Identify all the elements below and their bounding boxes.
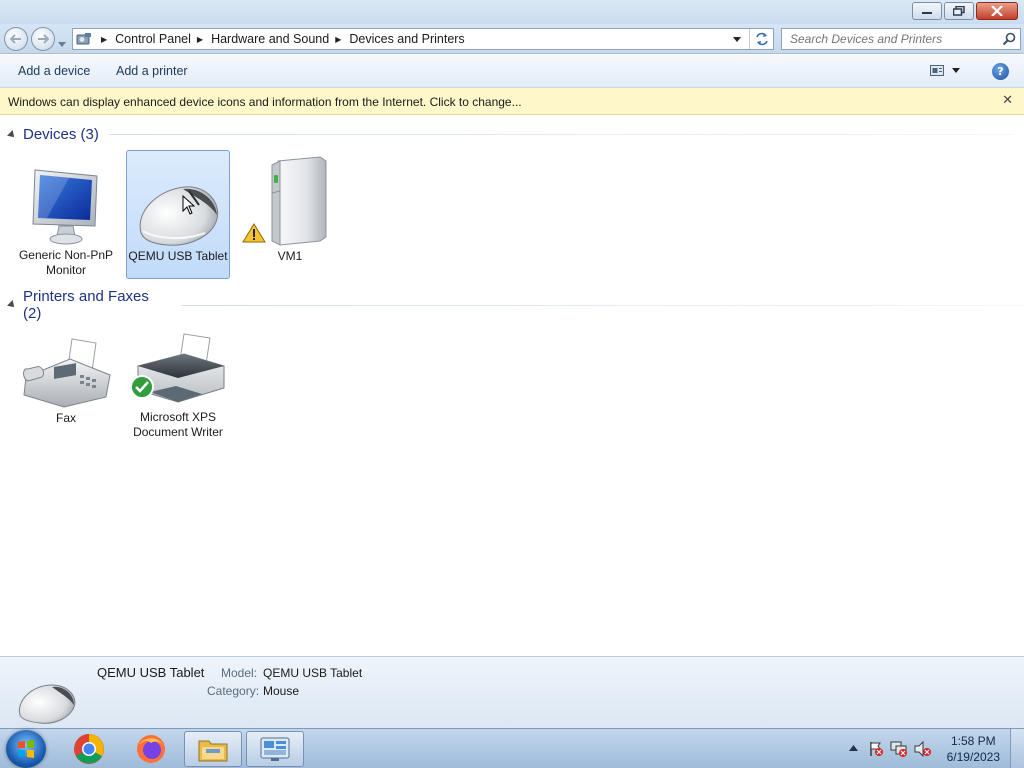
devices-group-title: Devices (3) (23, 126, 99, 143)
details-pane: QEMU USB Tablet Model: QEMU USB Tablet C… (0, 656, 1024, 728)
show-desktop-button[interactable] (1010, 729, 1024, 768)
address-history-dropdown[interactable] (729, 29, 745, 49)
window-controls (912, 2, 1018, 20)
help-icon: ? (997, 65, 1004, 78)
device-label: Fax (55, 411, 76, 425)
add-printer-button[interactable]: Add a printer (116, 64, 188, 78)
fax-icon (16, 313, 116, 409)
address-bar[interactable]: ▶ Control Panel ▶ Hardware and Sound ▶ Dev… (72, 28, 774, 50)
breadcrumb-root-separator[interactable]: ▶ (95, 35, 115, 44)
clock-time: 1:58 PM (950, 734, 996, 748)
printer-icon (128, 313, 228, 408)
taskbar-devices-and-printers[interactable] (246, 731, 304, 767)
forward-button[interactable] (31, 27, 55, 51)
collapse-triangle-icon[interactable] (7, 129, 17, 140)
action-center-flag-icon[interactable] (868, 741, 884, 757)
close-icon (991, 6, 1003, 16)
device-microsoft-xps-document-writer[interactable]: Microsoft XPS Document Writer (126, 312, 230, 441)
volume-muted-icon[interactable] (914, 741, 932, 757)
device-qemu-usb-tablet[interactable]: QEMU USB Tablet (126, 150, 230, 279)
control-panel-icon (73, 29, 95, 49)
device-label: QEMU USB Tablet (128, 249, 228, 263)
mouse-icon (128, 151, 228, 247)
warning-icon (242, 223, 266, 243)
device-vm1[interactable]: VM1 (238, 150, 342, 279)
taskbar-firefox[interactable] (122, 731, 180, 767)
close-button[interactable] (976, 2, 1018, 20)
minimize-icon (922, 12, 932, 14)
title-bar (0, 0, 1024, 24)
add-device-button[interactable]: Add a device (18, 64, 90, 78)
show-hidden-icons-icon[interactable] (849, 745, 858, 751)
device-label: Generic Non-PnP Monitor (18, 248, 114, 277)
monitor-icon (16, 151, 116, 246)
device-generic-monitor[interactable]: Generic Non-PnP Monitor (14, 150, 118, 279)
information-bar-text[interactable]: Windows can display enhanced device icon… (8, 95, 522, 109)
clock-date: 6/19/2023 (946, 750, 1000, 764)
group-divider (181, 304, 1024, 306)
back-button[interactable] (4, 27, 28, 51)
network-icon[interactable] (890, 741, 908, 757)
change-view-button[interactable] (930, 65, 960, 76)
start-button[interactable] (6, 730, 46, 768)
help-button[interactable]: ? (992, 63, 1009, 80)
mouse-icon (18, 684, 76, 724)
breadcrumb-devices-and-printers[interactable]: Devices and Printers (349, 32, 464, 46)
clock[interactable]: 1:58 PM 6/19/2023 (947, 733, 1000, 765)
taskbar: 1:58 PM 6/19/2023 (0, 728, 1024, 768)
group-divider (108, 134, 1014, 135)
close-icon[interactable]: ✕ (1002, 93, 1013, 108)
selected-device-name: QEMU USB Tablet (97, 665, 205, 680)
breadcrumb-label: Control Panel (115, 32, 191, 46)
refresh-button[interactable] (749, 29, 773, 49)
folder-icon (198, 740, 228, 762)
mouse-cursor-icon (182, 195, 196, 215)
device-label: VM1 (277, 249, 303, 263)
model-value: QEMU USB Tablet (263, 666, 363, 680)
refresh-icon (755, 32, 768, 46)
information-bar[interactable]: Windows can display enhanced device icon… (0, 88, 1024, 115)
default-printer-checkmark-icon (130, 375, 154, 399)
command-bar: Add a device Add a printer ? (0, 55, 1024, 88)
breadcrumb-separator[interactable]: ▶ (335, 35, 341, 44)
device-fax[interactable]: Fax (14, 312, 118, 441)
restore-icon (953, 6, 965, 16)
recent-pages-dropdown[interactable] (58, 36, 66, 50)
navigation-bar: ▶ Control Panel ▶ Hardware and Sound ▶ Dev… (0, 24, 1024, 54)
chrome-icon (74, 734, 104, 764)
breadcrumb-control-panel[interactable]: Control Panel ▶ (115, 32, 211, 46)
search-input[interactable] (782, 30, 994, 48)
minimize-button[interactable] (912, 2, 942, 20)
firefox-icon (137, 735, 165, 763)
breadcrumb-separator[interactable]: ▶ (197, 35, 203, 44)
taskbar-chrome[interactable] (60, 731, 118, 767)
search-icon[interactable] (1002, 32, 1016, 46)
control-panel-icon (260, 737, 290, 761)
device-label: Microsoft XPS Document Writer (133, 410, 223, 439)
windows-logo-icon (18, 740, 34, 758)
devices-group-header[interactable]: Devices (3) (7, 126, 1014, 143)
search-box[interactable] (781, 28, 1021, 50)
view-options-icon (930, 65, 944, 76)
collapse-triangle-icon[interactable] (7, 300, 17, 310)
taskbar-windows-explorer[interactable] (184, 731, 242, 767)
breadcrumb-hardware-and-sound[interactable]: Hardware and Sound ▶ (211, 32, 349, 46)
chevron-down-icon (58, 42, 66, 47)
breadcrumb-label: Devices and Printers (349, 32, 465, 46)
chevron-down-icon (733, 36, 741, 42)
chevron-down-icon (952, 68, 960, 73)
maximize-button[interactable] (944, 2, 974, 20)
devices-content-area: Devices (3) Generic Non-PnP Monitor QEMU… (0, 116, 1024, 656)
category-value: Mouse (263, 684, 300, 698)
category-label: Category: (207, 684, 260, 698)
breadcrumb-label: Hardware and Sound (211, 32, 330, 46)
model-label: Model: (221, 666, 258, 680)
forward-arrow-icon (38, 34, 49, 44)
computer-tower-icon (240, 151, 340, 247)
back-arrow-icon (10, 34, 21, 44)
